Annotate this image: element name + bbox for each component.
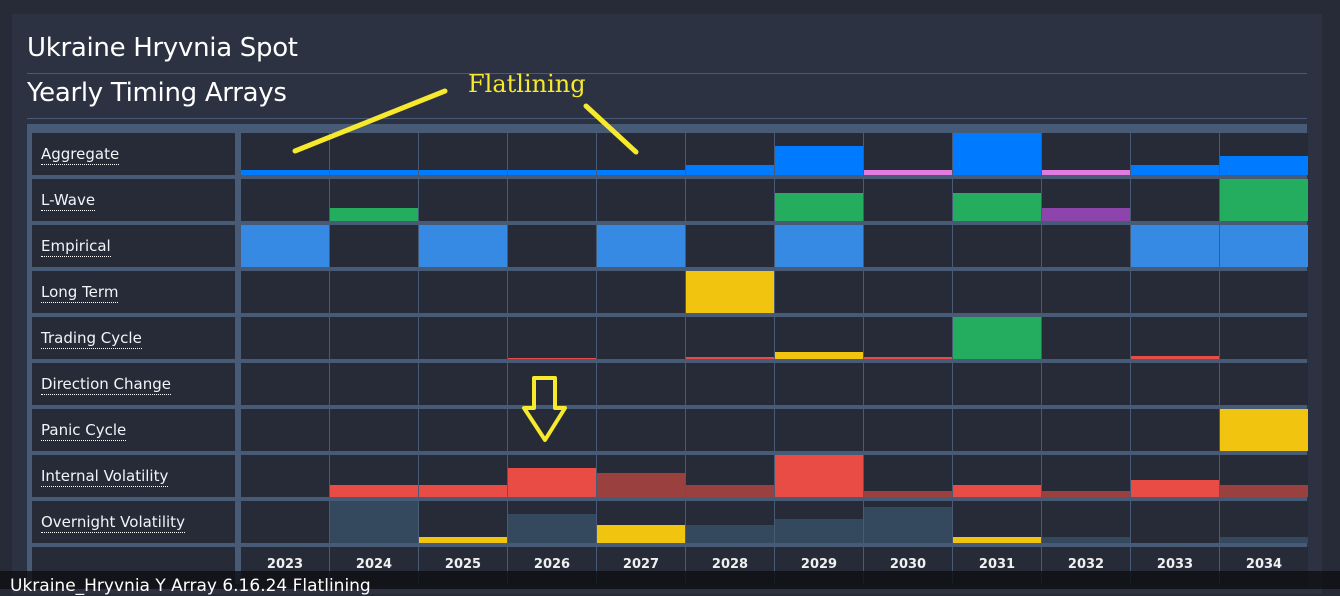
annotation-flatlining: Flatlining: [468, 70, 586, 98]
annotation-line-left: [292, 88, 448, 154]
down-arrow-icon: [522, 376, 567, 442]
annotation-line-right: [583, 103, 639, 155]
image-caption: Ukraine_Hryvnia Y Array 6.16.24 Flatlini…: [10, 576, 371, 596]
annotation-overlay: [292, 88, 639, 442]
